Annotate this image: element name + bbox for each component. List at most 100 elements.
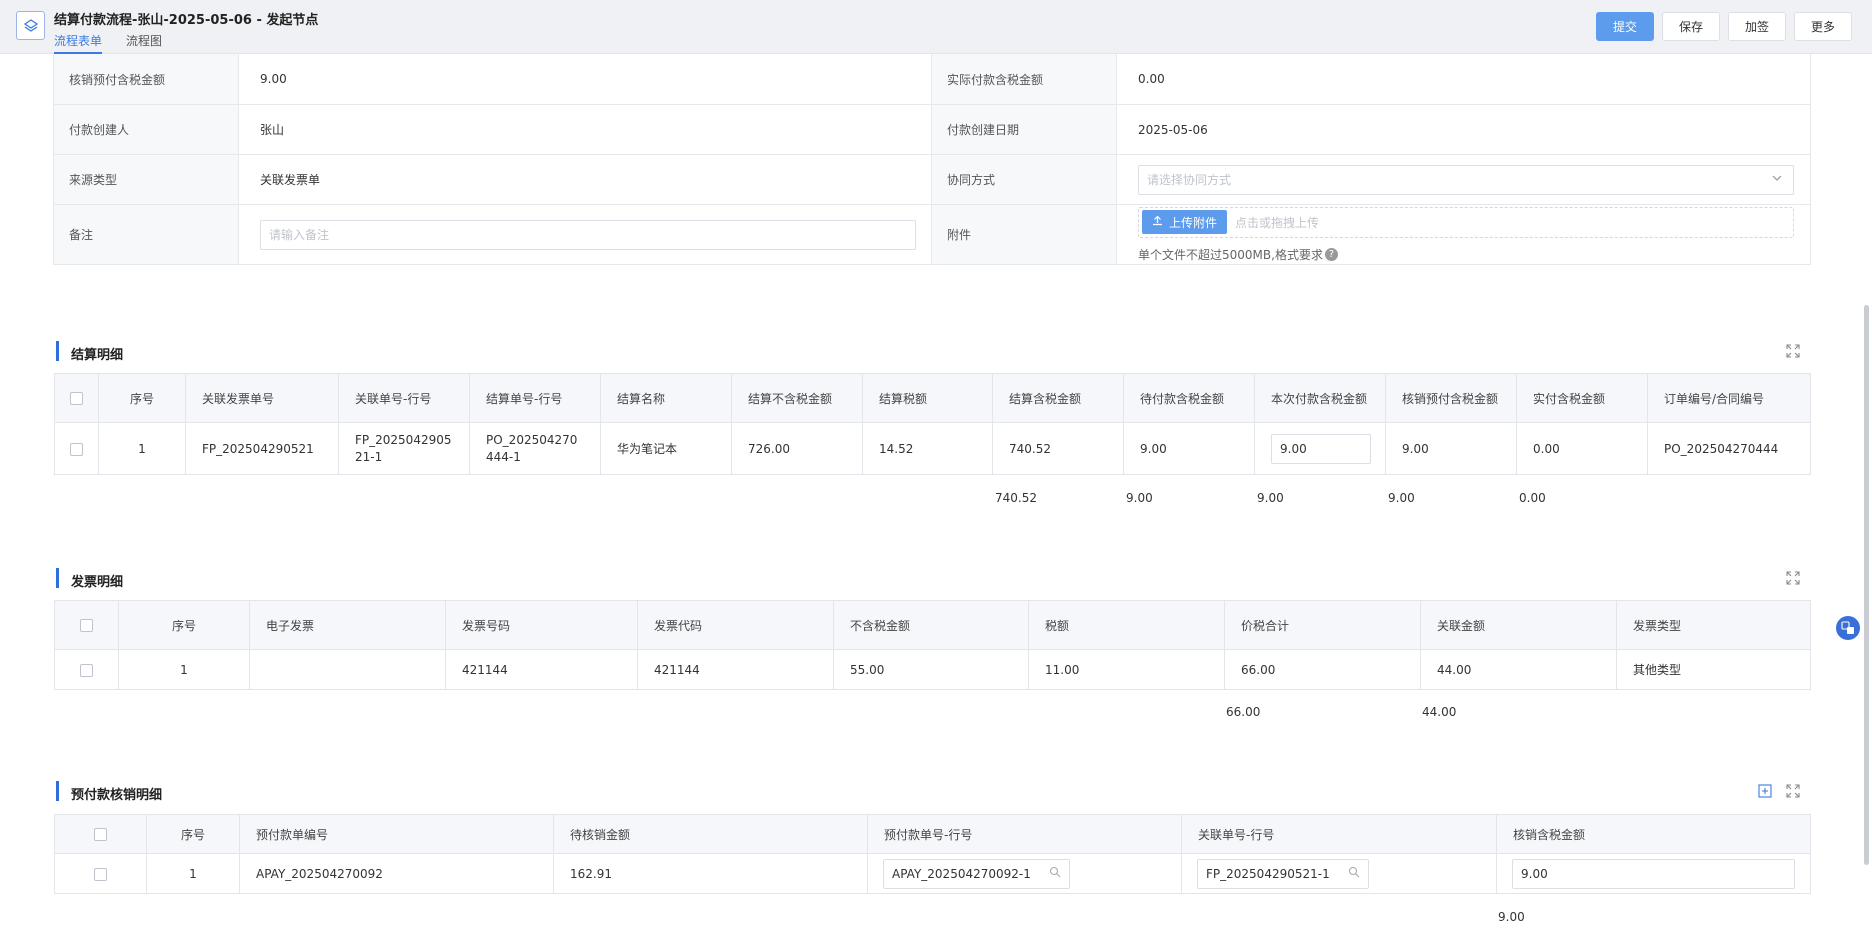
- cell-seq: 1: [146, 853, 240, 894]
- rel-line-value: FP_202504290521-1: [1206, 866, 1330, 881]
- expand-icon[interactable]: [1786, 571, 1800, 585]
- rel-line-input[interactable]: FP_202504290521-1: [1197, 858, 1369, 889]
- column-header: 结算税额: [862, 373, 993, 423]
- save-button[interactable]: 保存: [1662, 12, 1720, 41]
- cell-e-invoice: [249, 649, 446, 690]
- file-hint: 单个文件不超过5000MB,格式要求: [1138, 247, 1323, 262]
- cell-prepay-no: APAY_202504270092: [239, 853, 554, 894]
- upload-icon: [1152, 215, 1163, 229]
- chevron-down-icon: [1771, 172, 1783, 187]
- upload-hint: 点击或拖拽上传: [1235, 215, 1320, 230]
- form-label: 付款创建日期: [932, 105, 1117, 154]
- column-header: 预付款单号-行号: [867, 814, 1182, 854]
- cell-type: 其他类型: [1616, 649, 1811, 690]
- column-header: 结算单号-行号: [469, 373, 601, 423]
- add-icon[interactable]: [1758, 784, 1772, 798]
- payment-form: 核销预付含税金额 9.00 实际付款含税金额 0.00 付款创建人 张山 付款创…: [53, 54, 1811, 265]
- cell-actual: 0.00: [1516, 422, 1648, 475]
- prepay-table: 序号 预付款单编号 待核销金额 预付款单号-行号 关联单号-行号 核销含税金额 …: [54, 814, 1811, 894]
- upload-button[interactable]: 上传附件: [1142, 210, 1228, 234]
- cell-pending: 162.91: [553, 853, 868, 894]
- column-header: 价税合计: [1224, 600, 1421, 650]
- tab-flowchart[interactable]: 流程图: [126, 32, 162, 54]
- cell-tax: 14.52: [862, 422, 993, 475]
- form-label: 实际付款含税金额: [932, 54, 1117, 104]
- upload-label: 上传附件: [1169, 215, 1218, 230]
- column-header: 序号: [98, 373, 186, 423]
- cell-rel-line: FP_202504290521-1: [338, 422, 470, 475]
- form-value: 关联发票单: [239, 155, 932, 204]
- this-payment-input[interactable]: 9.00: [1271, 433, 1371, 464]
- form-value: 2025-05-06: [1138, 122, 1208, 137]
- translate-icon[interactable]: [1836, 616, 1860, 640]
- column-header: 税额: [1028, 600, 1225, 650]
- row-checkbox[interactable]: [70, 442, 83, 456]
- column-header: 预付款单编号: [239, 814, 554, 854]
- cell-invoice-no: FP_202504290521: [185, 422, 339, 475]
- select-all-checkbox[interactable]: [70, 392, 83, 405]
- cell-invoice-code: 421144: [637, 649, 834, 690]
- form-label: 核销预付含税金额: [54, 54, 239, 104]
- sum-writeoff: 9.00: [1388, 491, 1415, 505]
- column-header: 序号: [146, 814, 240, 854]
- table-row: 1 FP_202504290521 FP_202504290521-1 PO_2…: [54, 422, 1811, 475]
- form-value: 9.00: [239, 54, 932, 104]
- scrollbar[interactable]: [1864, 305, 1869, 865]
- column-header: 关联单号-行号: [1181, 814, 1497, 854]
- column-header: 发票号码: [445, 600, 638, 650]
- form-value: 0.00: [1138, 72, 1165, 86]
- cell-amt-ex-tax: 726.00: [731, 422, 863, 475]
- submit-button[interactable]: 提交: [1596, 12, 1654, 41]
- top-bar: 结算付款流程-张山-2025-05-06 - 发起节点 流程表单 流程图 提交 …: [0, 0, 1872, 54]
- section-title-settlement: 结算明细: [56, 341, 123, 363]
- form-label: 付款创建人: [54, 105, 239, 154]
- form-label: 来源类型: [54, 155, 239, 204]
- sum-total: 66.00: [1226, 705, 1261, 719]
- column-header: 待付款含税金额: [1123, 373, 1255, 423]
- invoice-table: 序号 电子发票 发票号码 发票代码 不含税金额 税额 价税合计 关联金额 发票类…: [54, 600, 1811, 690]
- search-icon[interactable]: [1049, 866, 1061, 881]
- expand-icon[interactable]: [1786, 784, 1800, 798]
- tab-form[interactable]: 流程表单: [54, 32, 103, 54]
- column-header: 关联发票单号: [185, 373, 339, 423]
- column-header: 发票类型: [1616, 600, 1811, 650]
- column-header: 结算含税金额: [992, 373, 1124, 423]
- cell-seq: 1: [98, 422, 186, 475]
- prepay-line-input[interactable]: APAY_202504270092-1: [883, 858, 1070, 889]
- select-all-checkbox[interactable]: [94, 828, 107, 841]
- sum-amt-inc-tax: 740.52: [995, 491, 1037, 505]
- cell-pending: 9.00: [1123, 422, 1255, 475]
- column-header: 本次付款含税金额: [1254, 373, 1386, 423]
- layers-icon: [16, 11, 45, 40]
- add-sign-button[interactable]: 加签: [1728, 12, 1786, 41]
- row-checkbox[interactable]: [80, 663, 93, 677]
- column-header: 实付含税金额: [1516, 373, 1648, 423]
- form-label: 备注: [54, 205, 239, 264]
- more-button[interactable]: 更多: [1794, 12, 1852, 41]
- column-header: 待核销金额: [553, 814, 868, 854]
- coop-mode-select[interactable]: 请选择协同方式: [1138, 164, 1794, 195]
- coop-mode-placeholder: 请选择协同方式: [1147, 173, 1232, 187]
- select-all-checkbox[interactable]: [80, 619, 93, 632]
- remark-input[interactable]: 请输入备注: [260, 219, 916, 250]
- column-header: 核销含税金额: [1496, 814, 1811, 854]
- section-title-invoice: 发票明细: [56, 568, 123, 590]
- cell-order-no: PO_202504270444: [1647, 422, 1811, 475]
- form-label: 协同方式: [932, 155, 1117, 204]
- writeoff-input[interactable]: 9.00: [1512, 858, 1795, 889]
- cell-invoice-number: 421144: [445, 649, 638, 690]
- column-header: 订单编号/合同编号: [1647, 373, 1811, 423]
- row-checkbox[interactable]: [94, 867, 107, 881]
- column-header: 关联单号-行号: [338, 373, 470, 423]
- upload-area[interactable]: 上传附件 点击或拖拽上传: [1138, 206, 1794, 238]
- expand-icon[interactable]: [1786, 344, 1800, 358]
- column-header: 发票代码: [637, 600, 834, 650]
- help-icon[interactable]: ?: [1324, 247, 1338, 261]
- prepay-line-value: APAY_202504270092-1: [892, 866, 1031, 881]
- sum-this-payment: 9.00: [1257, 491, 1284, 505]
- search-icon[interactable]: [1348, 866, 1360, 881]
- sum-writeoff: 9.00: [1498, 910, 1525, 924]
- column-header: 序号: [118, 600, 250, 650]
- cell-writeoff: 9.00: [1385, 422, 1517, 475]
- form-label: 附件: [932, 205, 1117, 264]
